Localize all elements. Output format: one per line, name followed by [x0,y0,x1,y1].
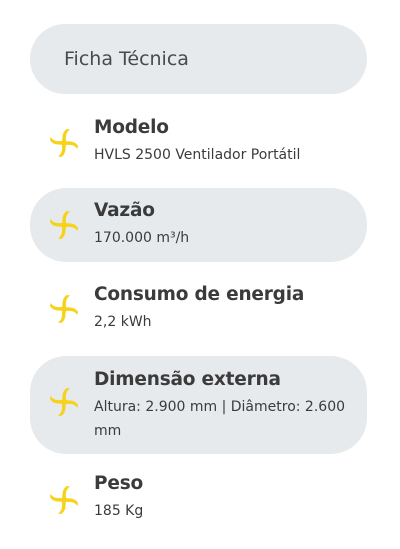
spec-label: Vazão [94,200,155,221]
spec-item-consumo: Consumo de energia 2,2 kWh [30,274,367,348]
spec-value: 185 Kg [94,503,144,519]
spec-label: Dimensão externa [94,369,281,390]
fan-icon [50,295,78,323]
fan-icon [50,211,78,239]
spec-item-vazao: Vazão 170.000 m³/h [30,188,367,262]
fan-icon [50,129,78,157]
spec-item-dimensao: Dimensão externa Altura: 2.900 mm | Diâm… [30,356,367,454]
spec-label: Modelo [94,117,169,138]
fan-icon [50,388,78,416]
fan-icon [50,486,78,514]
spec-label: Consumo de energia [94,284,305,305]
spec-value: HVLS 2500 Ventilador Portátil [94,147,301,163]
spec-value: Altura: 2.900 mm | Diâmetro: 2.600 mm [94,399,346,439]
spec-item-modelo: Modelo HVLS 2500 Ventilador Portátil [30,104,367,182]
spec-sheet-header: Ficha Técnica [30,24,367,94]
spec-item-peso: Peso 185 Kg [30,470,367,536]
spec-value: 170.000 m³/h [94,230,190,246]
spec-value: 2,2 kWh [94,314,152,330]
spec-sheet-title: Ficha Técnica [64,48,189,70]
spec-label: Peso [94,473,144,494]
